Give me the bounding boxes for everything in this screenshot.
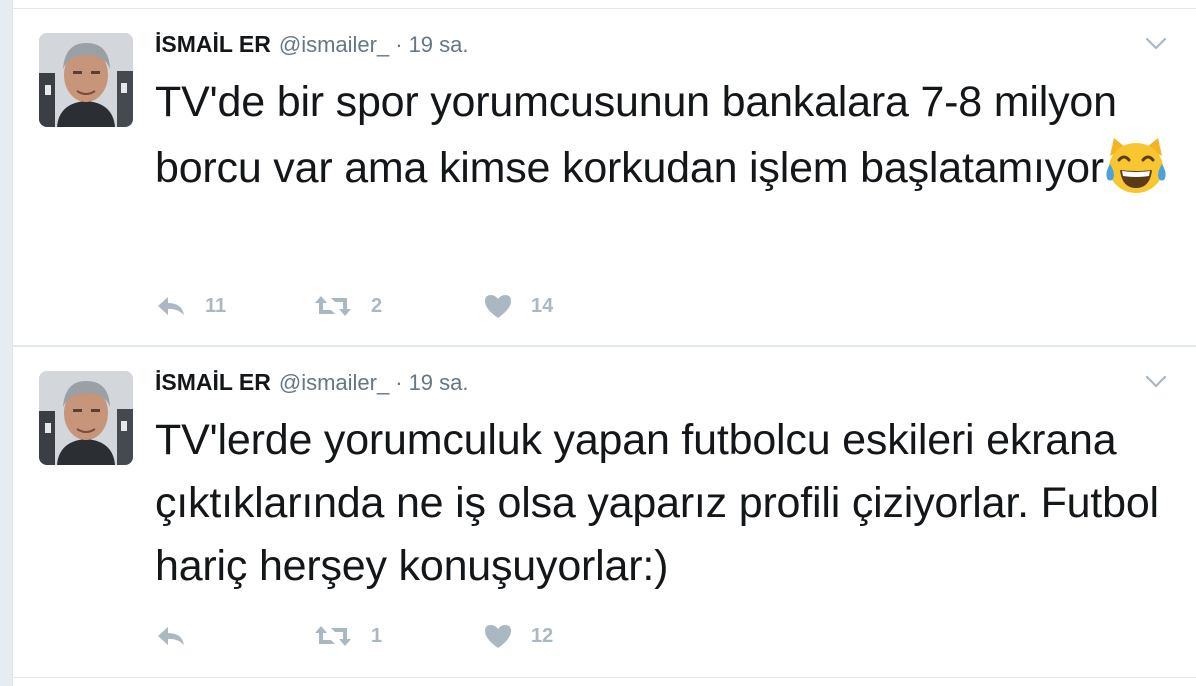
author-handle[interactable]: @ismailer_ bbox=[279, 32, 389, 58]
like-count: 14 bbox=[531, 294, 554, 317]
author-name[interactable]: İSMAİL ER bbox=[155, 369, 271, 396]
retweet-button[interactable]: 1 bbox=[313, 624, 483, 648]
tweet-text-content: TV'lerde yorumculuk yapan futbolcu eskil… bbox=[155, 416, 1159, 590]
author-name[interactable]: İSMAİL ER bbox=[155, 31, 271, 58]
heart-icon bbox=[485, 625, 511, 648]
like-count: 12 bbox=[531, 624, 554, 647]
separator: · bbox=[395, 370, 403, 395]
retweet-count: 1 bbox=[371, 624, 383, 647]
tweet-actions: 1 12 bbox=[155, 621, 603, 651]
avatar[interactable] bbox=[39, 33, 133, 127]
retweet-button[interactable]: 2 bbox=[313, 294, 483, 318]
face-with-tears-of-joy-icon bbox=[1106, 138, 1166, 193]
reply-button[interactable] bbox=[155, 624, 313, 648]
tweet-actions: 11 2 14 bbox=[155, 291, 603, 321]
author-handle[interactable]: @ismailer_ bbox=[279, 370, 389, 396]
tweet[interactable]: İSMAİL ER @ismailer_ · 19 sa. TV'lerde y… bbox=[13, 346, 1196, 678]
tweet-text-content: TV'de bir spor yorumcusunun bankalara 7-… bbox=[155, 78, 1117, 192]
reply-icon bbox=[158, 297, 184, 315]
timestamp[interactable]: 19 sa. bbox=[409, 370, 469, 396]
retweet-icon bbox=[315, 296, 351, 316]
reply-count: 11 bbox=[205, 294, 227, 317]
tweet-header: İSMAİL ER @ismailer_ · 19 sa. bbox=[155, 369, 469, 399]
avatar[interactable] bbox=[39, 371, 133, 465]
retweet-count: 2 bbox=[371, 294, 383, 317]
like-button[interactable]: 14 bbox=[483, 293, 603, 319]
heart-icon bbox=[485, 295, 511, 318]
reply-icon bbox=[158, 627, 184, 645]
like-button[interactable]: 12 bbox=[483, 623, 603, 649]
timeline: İSMAİL ER @ismailer_ · 19 sa. TV'de bir … bbox=[12, 0, 1196, 686]
tweet-header: İSMAİL ER @ismailer_ · 19 sa. bbox=[155, 31, 469, 61]
tweet-text: TV'lerde yorumculuk yapan futbolcu eskil… bbox=[155, 409, 1175, 598]
chevron-down-icon[interactable] bbox=[1145, 375, 1167, 389]
chevron-down-icon[interactable] bbox=[1145, 37, 1167, 51]
timestamp[interactable]: 19 sa. bbox=[409, 32, 469, 58]
tweet-text: TV'de bir spor yorumcusunun bankalara 7-… bbox=[155, 71, 1175, 200]
separator: · bbox=[395, 32, 403, 57]
retweet-icon bbox=[315, 626, 351, 646]
reply-button[interactable]: 11 bbox=[155, 294, 313, 318]
tweet[interactable]: İSMAİL ER @ismailer_ · 19 sa. TV'de bir … bbox=[13, 8, 1196, 346]
